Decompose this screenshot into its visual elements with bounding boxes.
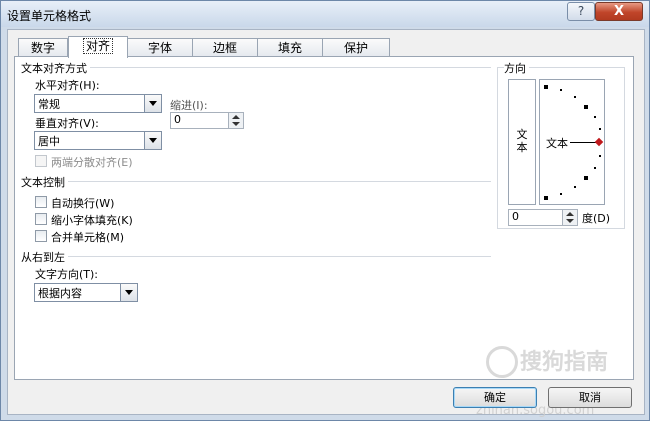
watermark-logo-icon (486, 346, 518, 378)
dial-tick (560, 193, 562, 195)
dialog-title: 设置单元格格式 (7, 9, 92, 23)
vertical-align-select[interactable]: 居中 (34, 131, 162, 150)
vertical-text-char-1: 文 (516, 128, 528, 141)
tab-alignment[interactable]: 对齐 (68, 36, 128, 58)
format-cells-dialog: 设置单元格格式 ? X 数字 对齐 字体 边框 填充 保护 文本对齐方式 水平对… (0, 0, 650, 421)
dial-tick (594, 167, 596, 169)
alignment-panel: 文本对齐方式 水平对齐(H): 常规 缩进(I): 0 垂直对齐(V): 居中 … (14, 56, 634, 380)
help-button[interactable]: ? (567, 2, 595, 21)
dial-tick (544, 85, 548, 89)
dial-tick (599, 128, 601, 130)
alignment-group-label: 文本对齐方式 (21, 60, 90, 76)
vertical-text-char-2: 本 (516, 141, 528, 154)
orientation-dial[interactable]: 文本 (539, 79, 605, 205)
vertical-align-label: 垂直对齐(V): (35, 117, 99, 130)
watermark-text: 搜狗指南 (520, 350, 609, 375)
tab-font[interactable]: 字体 (127, 38, 193, 57)
wrap-text-label: 自动换行(W) (51, 197, 115, 210)
dial-pointer (570, 142, 598, 143)
indent-stepper[interactable]: 0 (170, 112, 244, 129)
arrow-down-icon[interactable] (232, 122, 240, 126)
dial-tick (574, 96, 576, 98)
text-direction-value: 根据内容 (38, 287, 82, 300)
arrow-down-icon[interactable] (566, 219, 574, 223)
horizontal-align-value: 常规 (38, 98, 60, 111)
text-direction-select[interactable]: 根据内容 (34, 283, 138, 302)
spinner-buttons[interactable] (562, 210, 577, 225)
text-control-group-label: 文本控制 (21, 174, 68, 190)
indent-value: 0 (174, 113, 181, 126)
ok-button[interactable]: 确定 (453, 387, 537, 408)
rtl-group-label: 从右到左 (21, 249, 68, 265)
arrow-up-icon[interactable] (566, 212, 574, 216)
merge-cells-checkbox[interactable] (35, 230, 47, 242)
rtl-divider (21, 256, 491, 257)
shrink-to-fit-label: 缩小字体填充(K) (51, 214, 133, 227)
tab-number[interactable]: 数字 (18, 38, 68, 57)
chevron-down-icon[interactable] (120, 284, 137, 301)
dial-tick (574, 186, 576, 188)
dial-tick (594, 116, 596, 118)
dial-tick (560, 89, 562, 91)
shrink-to-fit-checkbox[interactable] (35, 213, 47, 225)
wrap-text-checkbox[interactable] (35, 196, 47, 208)
dial-tick (584, 105, 588, 109)
vertical-text-toggle[interactable]: 文 本 (508, 79, 536, 205)
indent-label: 缩进(I): (170, 99, 208, 112)
cancel-button[interactable]: 取消 (548, 387, 632, 408)
tab-border[interactable]: 边框 (192, 38, 258, 57)
vertical-align-value: 居中 (38, 135, 60, 148)
horizontal-align-select[interactable]: 常规 (34, 94, 162, 113)
justify-distributed-label: 两端分散对齐(E) (51, 156, 133, 169)
dial-tick (599, 155, 601, 157)
chevron-down-icon[interactable] (144, 132, 161, 149)
horizontal-align-label: 水平对齐(H): (35, 79, 100, 92)
title-bar[interactable]: 设置单元格格式 ? X (1, 1, 649, 27)
tab-fill[interactable]: 填充 (257, 38, 323, 57)
text-control-divider (21, 181, 491, 182)
orientation-group-label: 方向 (504, 60, 529, 76)
dial-tick (544, 196, 548, 200)
degree-stepper[interactable]: 0 (508, 209, 578, 226)
arrow-up-icon[interactable] (232, 115, 240, 119)
dial-handle[interactable] (594, 137, 604, 147)
degree-value: 0 (512, 210, 519, 223)
spinner-buttons[interactable] (228, 113, 243, 128)
alignment-divider (21, 67, 491, 68)
close-button[interactable]: X (595, 2, 643, 21)
dialog-body: 数字 对齐 字体 边框 填充 保护 文本对齐方式 水平对齐(H): 常规 缩进(… (7, 29, 645, 418)
dial-tick (584, 176, 588, 180)
dial-text: 文本 (546, 137, 568, 150)
merge-cells-label: 合并单元格(M) (51, 231, 125, 244)
degree-label: 度(D) (582, 212, 611, 225)
chevron-down-icon[interactable] (144, 95, 161, 112)
justify-distributed-checkbox[interactable] (35, 155, 47, 167)
tab-protection[interactable]: 保护 (322, 38, 390, 57)
text-direction-label: 文字方向(T): (35, 268, 99, 281)
